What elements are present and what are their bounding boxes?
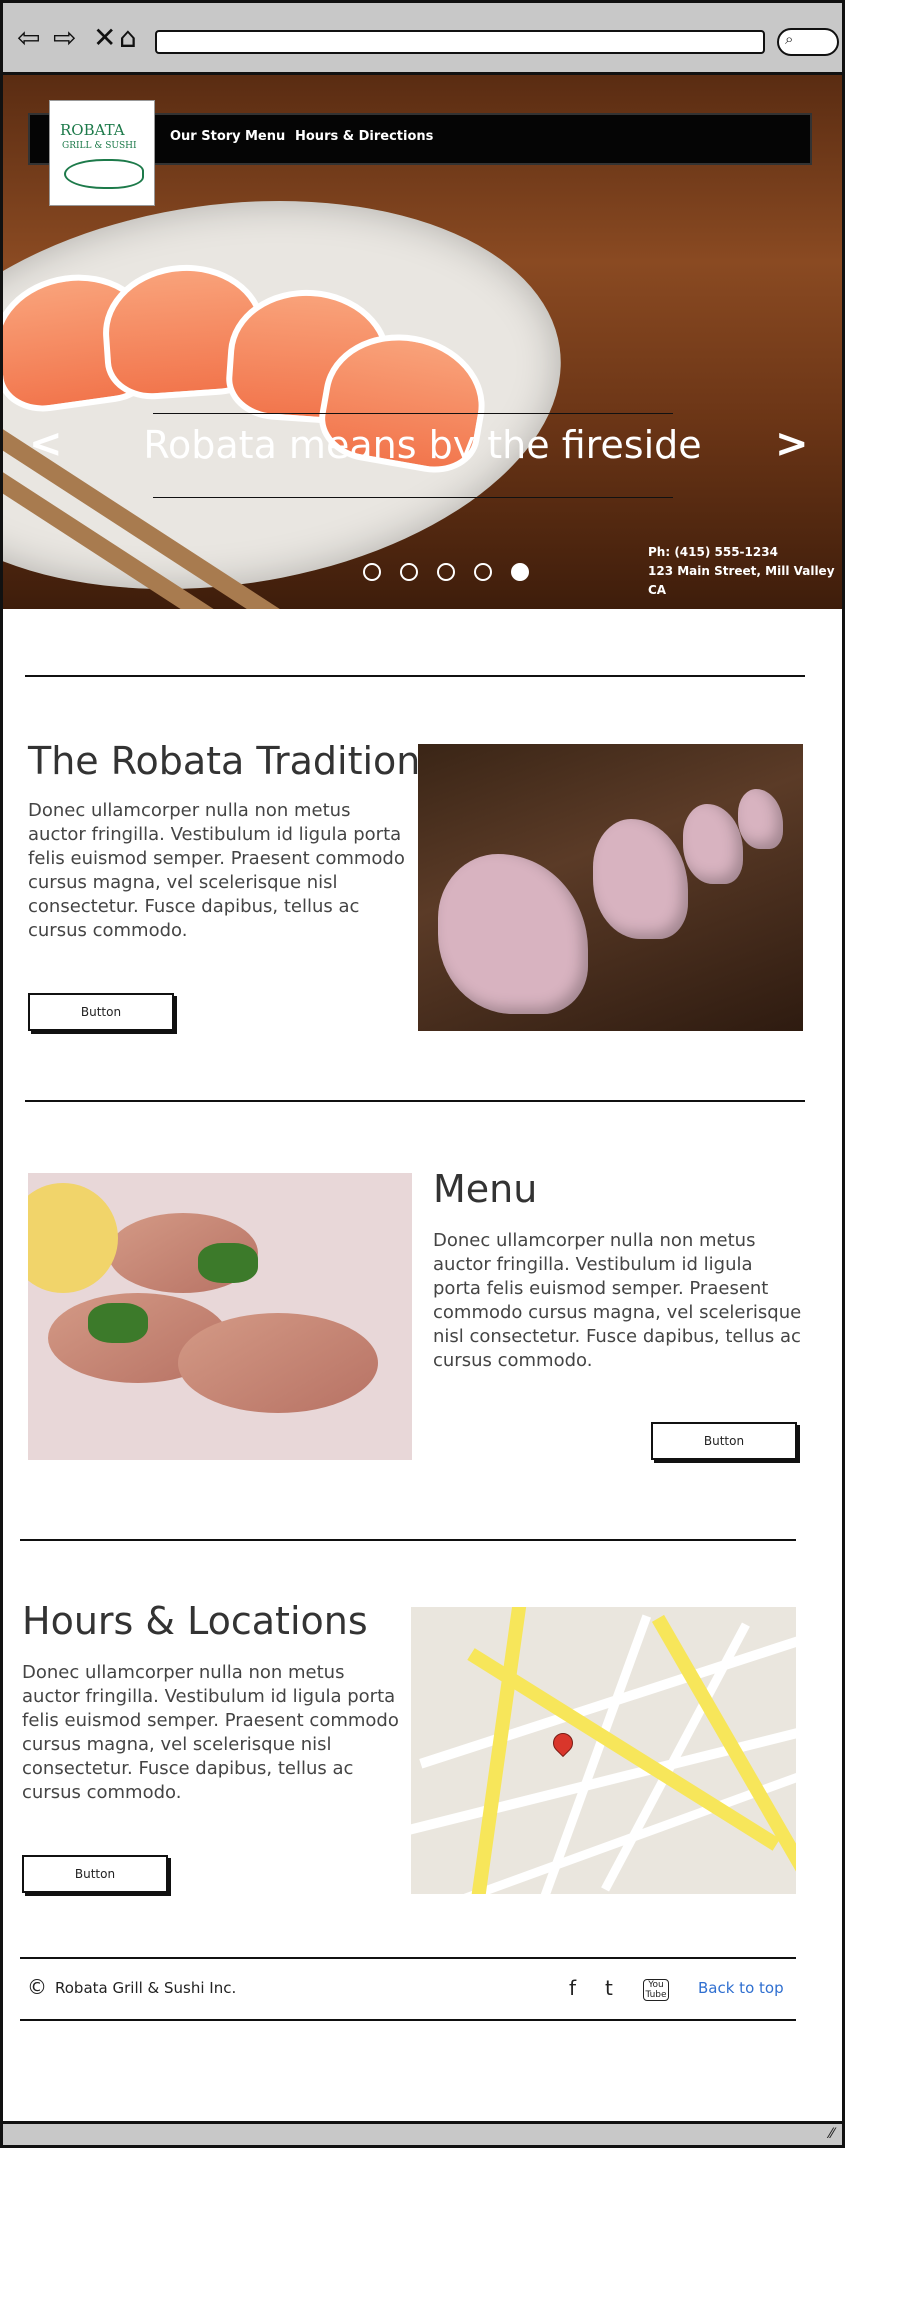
menu-button[interactable]: Button — [651, 1422, 797, 1460]
chevron-right-icon[interactable]: > — [775, 421, 809, 467]
map-pin-icon[interactable] — [548, 1728, 578, 1758]
section-divider — [25, 1100, 805, 1102]
carousel-dot[interactable] — [400, 563, 419, 581]
chevron-left-icon[interactable]: < — [29, 421, 63, 467]
url-input[interactable] — [155, 30, 765, 54]
browser-statusbar: ⁄⁄ — [3, 2121, 842, 2145]
section-title-hours-locations: Hours & Locations — [22, 1599, 368, 1643]
nav-menu[interactable]: Menu — [245, 129, 285, 144]
section-divider — [20, 1539, 796, 1541]
section-title-menu: Menu — [433, 1167, 538, 1211]
facebook-icon[interactable]: f — [569, 1976, 576, 2000]
location-map[interactable] — [411, 1607, 796, 1894]
section-title-robata-tradition: The Robata Tradition — [28, 739, 421, 783]
fish-slice — [178, 1313, 378, 1413]
nav-hours-directions[interactable]: Hours & Directions — [295, 129, 433, 144]
section-body: Donec ullamcorper nulla non metus auctor… — [433, 1230, 802, 1371]
restaurant-logo[interactable]: ROBATA GRILL & SUSHI — [49, 100, 155, 206]
company-name: Robata Grill & Sushi Inc. — [55, 1979, 237, 1997]
twitter-icon[interactable]: t — [605, 1976, 613, 2000]
hero-divider — [153, 497, 673, 498]
browser-search-field[interactable]: ⌕ — [777, 28, 839, 56]
close-icon[interactable]: ✕ — [93, 23, 116, 53]
hero-carousel: Our Story Menu Hours & Directions ROBATA… — [3, 75, 842, 609]
robata-tradition-button[interactable]: Button — [28, 993, 174, 1031]
search-icon: ⌕ — [785, 30, 794, 48]
counter-napkins-image — [418, 744, 803, 1031]
carousel-dot[interactable] — [474, 563, 493, 581]
footer-divider — [20, 2019, 796, 2021]
footer-divider — [20, 1957, 796, 1959]
back-arrow-icon[interactable]: ⇦ — [17, 23, 40, 53]
section-divider — [25, 675, 805, 677]
fish-logo-icon — [64, 159, 144, 189]
youtube-icon[interactable]: You Tube — [643, 1979, 669, 2001]
phone-number: Ph: (415) 555-1234 — [648, 545, 778, 559]
napkin-shape — [438, 854, 588, 1014]
hero-title: Robata means by the fireside — [143, 423, 702, 467]
forward-arrow-icon[interactable]: ⇨ — [53, 23, 76, 53]
section-body: Donec ullamcorper nulla non metus auctor… — [22, 1662, 399, 1803]
browser-window: ⇦ ⇨ ✕ ⌂ ⌕ Our Story Menu Hours & Directi… — [0, 0, 845, 2148]
napkin-shape — [593, 819, 688, 939]
hero-divider — [153, 413, 673, 414]
contact-info: Ph: (415) 555-1234 123 Main Street, Mill… — [648, 543, 842, 600]
carousel-dot-active[interactable] — [511, 563, 530, 581]
napkin-shape — [683, 804, 743, 884]
copyright-icon: © — [27, 1975, 47, 1999]
section-body: Donec ullamcorper nulla non metus auctor… — [28, 800, 405, 941]
carousel-dot[interactable] — [437, 563, 456, 581]
nav-our-story[interactable]: Our Story — [170, 129, 241, 144]
back-to-top-link[interactable]: Back to top — [698, 1979, 784, 1997]
carousel-dot[interactable] — [363, 563, 381, 581]
address: 123 Main Street, Mill Valley CA — [648, 564, 835, 597]
hours-locations-button[interactable]: Button — [22, 1855, 168, 1893]
carousel-indicators — [363, 563, 543, 585]
herb-garnish — [198, 1243, 258, 1283]
logo-title: ROBATA — [60, 121, 125, 139]
resize-grip-icon[interactable]: ⁄⁄ — [829, 2126, 834, 2142]
napkin-shape — [738, 789, 783, 849]
browser-toolbar: ⇦ ⇨ ✕ ⌂ ⌕ — [3, 3, 842, 75]
lemon-slice — [28, 1183, 118, 1293]
seared-fish-dish-image — [28, 1173, 412, 1460]
logo-subtitle: GRILL & SUSHI — [62, 141, 137, 151]
home-icon[interactable]: ⌂ — [119, 23, 137, 53]
herb-garnish — [88, 1303, 148, 1343]
